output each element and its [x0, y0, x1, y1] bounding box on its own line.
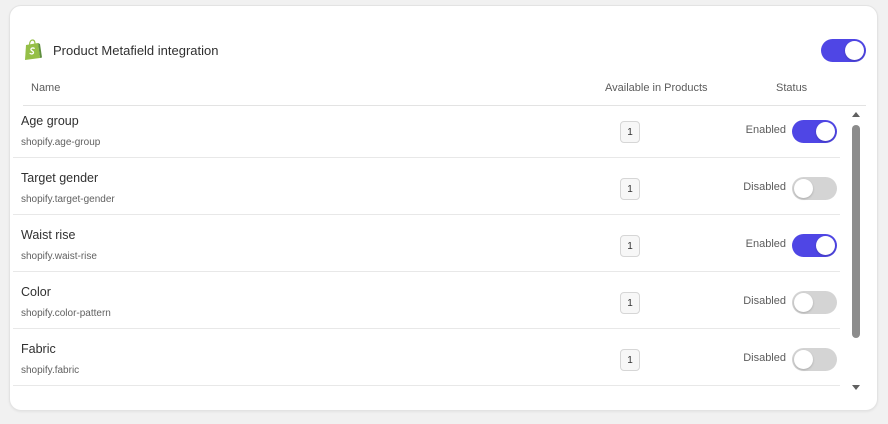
product-count-badge: 1 [620, 292, 640, 314]
status-toggle[interactable] [792, 120, 837, 143]
metafield-name: Fabric [21, 342, 56, 356]
scroll-down-arrow-icon[interactable] [852, 385, 860, 390]
column-header-status: Status [776, 82, 808, 94]
product-count-badge: 1 [620, 178, 640, 200]
metafield-key: shopify.waist-rise [21, 251, 97, 262]
card-header: Product Metafield integration [23, 37, 866, 63]
status-toggle[interactable] [792, 348, 837, 371]
column-header-available: Available in Products [605, 82, 708, 94]
table-row: Age group shopify.age-group 1 Enabled [13, 101, 840, 158]
table-row: Target gender shopify.target-gender 1 Di… [13, 158, 840, 215]
table-row: Fabric shopify.fabric 1 Disabled [13, 329, 840, 386]
status-toggle[interactable] [792, 234, 837, 257]
scrollbar-thumb[interactable] [852, 125, 860, 338]
metafield-name: Waist rise [21, 228, 76, 242]
toggle-knob [794, 179, 813, 198]
toggle-knob [794, 350, 813, 369]
product-count-badge: 1 [620, 349, 640, 371]
status-label: Enabled [745, 238, 786, 250]
metafield-name: Age group [21, 114, 79, 128]
card-title: Product Metafield integration [53, 42, 219, 58]
toggle-knob [794, 293, 813, 312]
metafield-list: Age group shopify.age-group 1 Enabled Ta… [13, 101, 840, 391]
table-row: Color shopify.color-pattern 1 Disabled [13, 272, 840, 329]
integration-toggle[interactable] [821, 38, 866, 62]
column-header-name: Name [31, 82, 61, 94]
toggle-knob [816, 122, 835, 141]
metafield-key: shopify.target-gender [21, 194, 115, 205]
table-row: Waist rise shopify.waist-rise 1 Enabled [13, 215, 840, 272]
status-label: Disabled [743, 181, 786, 193]
list-scrollbar[interactable] [848, 108, 864, 392]
toggle-knob [816, 236, 835, 255]
product-count-badge: 1 [620, 235, 640, 257]
metafield-name: Color [21, 285, 51, 299]
status-label: Enabled [745, 124, 786, 136]
status-toggle[interactable] [792, 291, 837, 314]
product-count-badge: 1 [620, 121, 640, 143]
status-label: Disabled [743, 352, 786, 364]
scroll-up-arrow-icon[interactable] [852, 112, 860, 117]
status-label: Disabled [743, 295, 786, 307]
metafield-name: Target gender [21, 171, 99, 185]
metafield-key: shopify.fabric [21, 365, 80, 376]
shopify-bag-icon [25, 39, 42, 60]
status-toggle[interactable] [792, 177, 837, 200]
metafield-key: shopify.age-group [21, 137, 101, 148]
metafield-key: shopify.color-pattern [21, 308, 111, 319]
toggle-knob [845, 40, 864, 60]
